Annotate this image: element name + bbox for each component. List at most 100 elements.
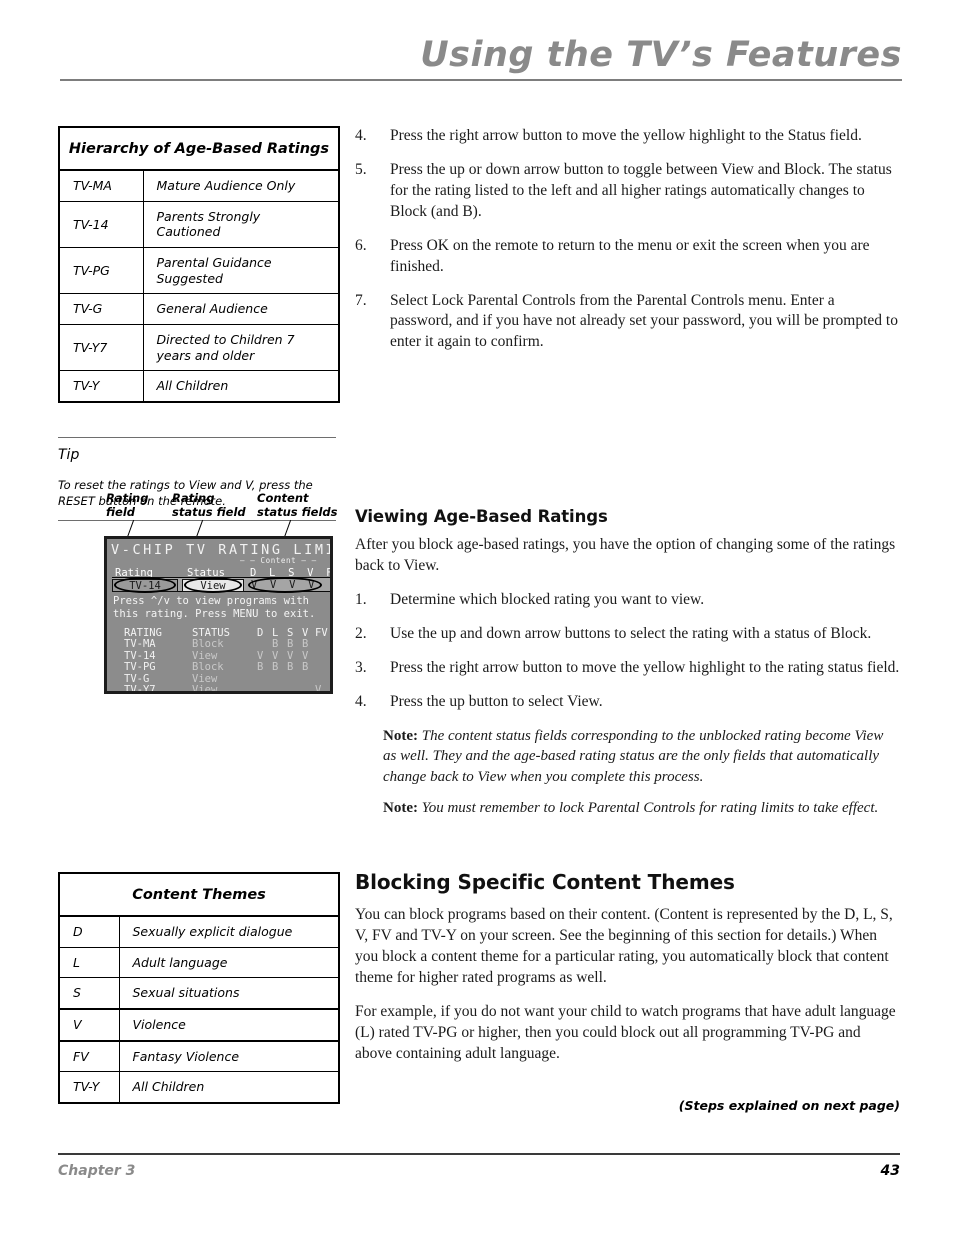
osd-grid-row[interactable]: TV-PG Block B B B B <box>112 661 330 674</box>
step-number: 3. <box>355 658 367 676</box>
column-spacer <box>355 366 900 507</box>
osd-grid-d[interactable]: B <box>257 661 263 673</box>
step-number: 5. <box>355 160 367 178</box>
osd-grid-status[interactable]: View <box>192 673 217 685</box>
osd-grid-l[interactable]: B <box>272 661 278 673</box>
osd-grid-s[interactable]: B <box>287 638 293 650</box>
rating-description: Parental Guidance Suggested <box>143 247 339 295</box>
page-header: Using the TV’s Features <box>0 38 954 81</box>
osd-grid-header-row: RATING STATUS D L S V FV <box>112 627 330 639</box>
osd-instructions: Press ^/v to view programs with this rat… <box>113 595 316 621</box>
viewing-steps-list: 1. Determine which blocked rating you wa… <box>355 590 900 713</box>
viewing-section-intro: After you block age-based ratings, you h… <box>355 536 896 575</box>
callout-content-status-fields: Content status fields <box>257 491 338 519</box>
step-number: 7. <box>355 291 367 309</box>
theme-code: D <box>59 916 120 948</box>
step-text: Press the up button to select View. <box>390 692 603 710</box>
step-text: Press the right arrow button to move the… <box>390 127 862 144</box>
osd-grid-header-status: STATUS <box>192 627 230 639</box>
osd-grid-header-s: S <box>287 627 294 639</box>
footer-row: Chapter 3 43 <box>58 1163 900 1179</box>
osd-column-headers: Rating Status D L S V FV <box>107 558 330 579</box>
osd-grid-row[interactable]: TV-Y7 View V <box>112 683 330 694</box>
osd-grid-rating: TV-G <box>124 672 150 685</box>
osd-grid-s[interactable]: B <box>287 661 293 673</box>
note-text: The content status fields corresponding … <box>383 727 884 785</box>
leader-line-icon <box>127 519 135 538</box>
osd-grid-v[interactable]: B <box>302 638 308 650</box>
callout-rating-status-field: Rating status field <box>172 491 246 519</box>
rating-code: TV-Y <box>59 370 144 402</box>
step-number: 1. <box>355 591 367 609</box>
blocking-section-heading: Blocking Specific Content Themes <box>355 870 735 895</box>
note-label: Note: <box>383 727 418 744</box>
table-row: TV-Y All Children <box>59 1071 339 1103</box>
theme-description: All Children <box>132 1079 205 1095</box>
theme-code: TV-Y <box>59 1071 120 1103</box>
osd-grid-rating: TV-Y7 <box>124 683 156 694</box>
tv-screen-figure: Rating field Rating status field Content… <box>104 491 349 694</box>
annotation-ellipse-icon <box>248 577 322 593</box>
list-item: 4. Press the right arrow button to move … <box>355 126 900 147</box>
osd-grid-v[interactable]: B <box>302 661 308 673</box>
osd-grid-l[interactable]: V <box>272 650 278 662</box>
osd-grid-status[interactable]: Block <box>192 638 224 650</box>
osd-grid-header-fv: FV <box>315 627 328 639</box>
osd-grid-status[interactable]: View <box>192 650 217 662</box>
page-title: Using the TV’s Features <box>420 35 902 75</box>
theme-description: Sexual situations <box>119 977 339 1011</box>
header-rule <box>60 79 902 81</box>
right-column: 4. Press the right arrow button to move … <box>355 126 900 1113</box>
osd-grid-v[interactable]: V <box>302 650 308 662</box>
note-text: You must remember to lock Parental Contr… <box>421 800 879 817</box>
rating-description: All Children <box>156 378 229 394</box>
table-row: TV-Y All Children <box>59 370 339 402</box>
rating-description: General Audience <box>143 293 339 325</box>
page-footer: Chapter 3 43 <box>58 1153 900 1179</box>
step-number: 4. <box>355 692 367 710</box>
osd-grid-status[interactable]: Block <box>192 661 224 673</box>
osd-grid-l[interactable]: B <box>272 638 278 650</box>
viewing-section-heading: Viewing Age-Based Ratings <box>355 507 608 527</box>
column-spacer <box>355 830 900 870</box>
rating-code: TV-Y7 <box>59 324 144 372</box>
list-item: 7. Select Lock Parental Controls from th… <box>355 291 900 354</box>
list-item: 2. Use the up and down arrow buttons to … <box>355 624 900 645</box>
tip-title: Tip <box>58 446 80 463</box>
age-ratings-table-title: Hierarchy of Age-Based Ratings <box>59 127 339 172</box>
osd-grid-row[interactable]: TV-14 View V V V V <box>112 649 330 662</box>
osd-grid-fv[interactable]: V <box>315 684 321 691</box>
osd-grid-rating: TV-PG <box>124 661 156 674</box>
note-block-2: Note: You must remember to lock Parental… <box>355 798 900 819</box>
osd-selected-row[interactable]: TV-14 View V V V V <box>112 577 330 593</box>
osd-grid-header-d: D <box>257 627 264 639</box>
osd-grid-d[interactable]: V <box>257 650 263 662</box>
table-row: V Violence <box>59 1009 339 1042</box>
left-column: Hierarchy of Age-Based Ratings TV-MA Mat… <box>58 126 340 522</box>
osd-grid-row[interactable]: TV-MA Block B B B <box>112 638 330 651</box>
theme-code: S <box>59 977 120 1011</box>
osd-grid-row[interactable]: TV-G View <box>112 672 330 685</box>
list-item: 3. Press the right arrow button to move … <box>355 658 900 679</box>
osd-grid-header-l: L <box>272 627 279 639</box>
rating-code: TV-14 <box>59 201 144 249</box>
osd-grid-rating: TV-14 <box>124 649 156 662</box>
osd-grid-rating: TV-MA <box>124 638 156 651</box>
rating-description: Mature Audience Only <box>143 170 339 202</box>
rating-description: Parents Strongly Cautioned <box>143 201 339 249</box>
osd-grid-s[interactable]: V <box>287 650 293 662</box>
blocking-paragraph-1: You can block programs based on their co… <box>355 906 893 986</box>
list-item: 1. Determine which blocked rating you wa… <box>355 590 900 611</box>
step-number: 2. <box>355 625 367 643</box>
content-themes-table: Content Themes D Sexually explicit dialo… <box>58 872 340 1104</box>
step-text: Press the up or down arrow button to tog… <box>390 160 892 220</box>
osd-grid-header-rating: RATING <box>124 627 162 639</box>
annotation-ellipse-icon <box>184 577 242 593</box>
leader-line-icon <box>196 519 204 538</box>
osd-grid-status[interactable]: View <box>192 684 217 691</box>
rating-code: TV-MA <box>59 170 144 202</box>
tv-osd-screen: V-CHIP TV RATING LIMIT – – Content – – R… <box>104 536 333 694</box>
theme-description: Sexually explicit dialogue <box>119 916 339 948</box>
note-block-1: Note: The content status fields correspo… <box>355 726 900 788</box>
footer-chapter: Chapter 3 <box>58 1163 136 1179</box>
